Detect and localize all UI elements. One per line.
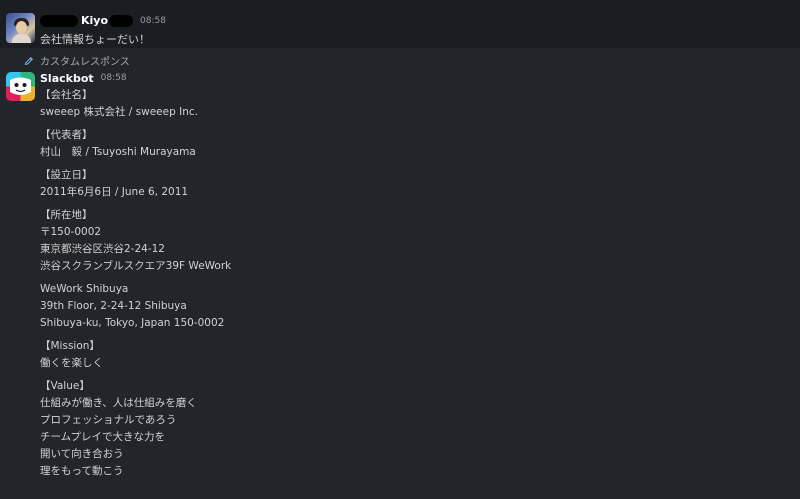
user-avatar[interactable] — [6, 13, 35, 43]
section-heading: 【Mission】 — [40, 340, 100, 352]
bot-message-section: 【設立日】 2011年6月6日 / June 6, 2011 — [40, 167, 780, 201]
section-line: 村山 毅 / Tsuyoshi Murayama — [40, 146, 196, 158]
pencil-icon — [24, 56, 34, 65]
bot-message-section: 【代表者】村山 毅 / Tsuyoshi Murayama — [40, 127, 780, 161]
bot-message-section: WeWork Shibuya 39th Floor, 2-24-12 Shibuy… — [40, 281, 780, 332]
section-heading: 【所在地】 — [40, 209, 93, 221]
section-heading: 【代表者】 — [40, 129, 93, 141]
section-line: 理をもって動こう — [40, 465, 124, 477]
section-line: チームプレイで大きな力を — [40, 431, 166, 443]
section-heading: 【会社名】 — [40, 89, 93, 101]
section-line: プロフェッショナルであろう — [40, 414, 177, 426]
section-line: 39th Floor, 2-24-12 Shibuya — [40, 300, 187, 312]
section-line: sweeep 株式会社 / sweeep Inc. — [40, 106, 198, 118]
section-line: 渋谷スクランブルスクエア39F WeWork — [40, 260, 232, 272]
user-name[interactable]: Kiyo — [81, 14, 108, 27]
bot-message-body: 【会社名】 sweeep 株式会社 / sweeep Inc. 【代表者】村山 毅 … — [40, 87, 780, 480]
section-line: WeWork Shibuya — [40, 283, 129, 295]
slackbot-logo-icon — [6, 72, 35, 101]
bot-message: カスタムレスポンス Slackbot 08:58 【会社名】 sweeep 株式会… — [0, 48, 800, 499]
section-heading: 【設立日】 — [40, 169, 93, 181]
user-message-timestamp[interactable]: 08:58 — [140, 16, 166, 26]
custom-response-indicator: カスタムレスポンス — [24, 53, 130, 68]
section-line: Shibuya-ku, Tokyo, Japan 150-0002 — [40, 317, 225, 329]
chat-window: Kiyo 08:58 会社情報ちょーだい！ カスタムレスポンス Slackbot… — [0, 0, 800, 499]
section-line: 開いて向き合おう — [40, 448, 124, 460]
bot-message-section: 【Value】仕組みが働き、人は仕組みを磨く プロフェッショナルであろう チームプレ… — [40, 378, 780, 480]
section-heading: 【Value】 — [40, 380, 90, 392]
user-message-header: Kiyo 08:58 — [40, 12, 166, 29]
section-line: 働くを楽しく — [40, 357, 103, 369]
user-message-text: 会社情報ちょーだい！ — [40, 33, 150, 46]
redacted-name-part — [109, 14, 134, 27]
user-message: Kiyo 08:58 会社情報ちょーだい！ — [0, 0, 800, 48]
redacted-name-part — [40, 14, 78, 27]
section-line: 仕組みが働き、人は仕組みを磨く — [40, 397, 197, 409]
custom-response-label: カスタムレスポンス — [40, 57, 130, 68]
bot-message-section: 【Mission】 働くを楽しく — [40, 338, 780, 372]
section-line: 東京都渋谷区渋谷2-24-12 — [40, 243, 165, 255]
bot-message-timestamp[interactable]: 08:58 — [101, 73, 127, 83]
section-line: 〒150-0002 — [40, 226, 102, 238]
bot-message-section: 【所在地】〒150-0002 東京都渋谷区渋谷2-24-12 渋谷スクランブルスクエ… — [40, 207, 780, 275]
section-line: 2011年6月6日 / June 6, 2011 — [40, 186, 189, 198]
slackbot-avatar[interactable] — [6, 72, 35, 101]
bot-message-section: 【会社名】 sweeep 株式会社 / sweeep Inc. — [40, 87, 780, 121]
bot-name[interactable]: Slackbot — [40, 72, 94, 85]
bot-message-header: Slackbot 08:58 — [40, 70, 127, 86]
